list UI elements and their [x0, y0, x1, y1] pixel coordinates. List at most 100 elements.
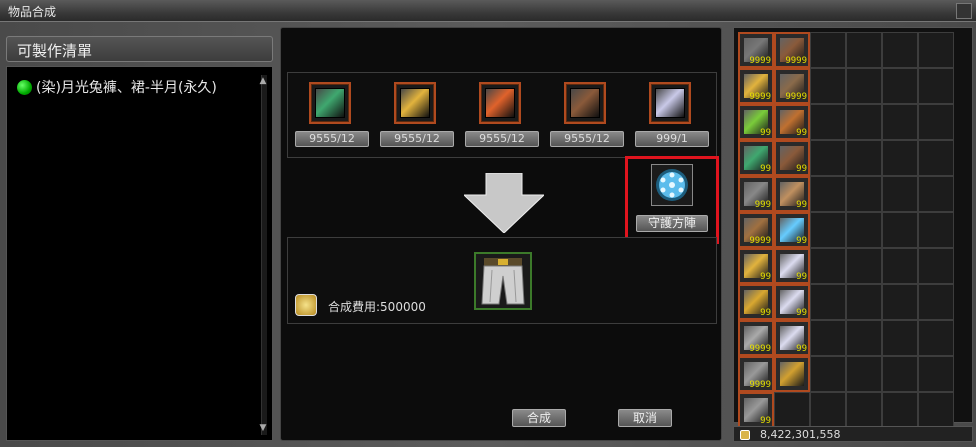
inventory-slot[interactable]: 99	[738, 248, 774, 284]
inventory-slot-empty[interactable]	[882, 140, 918, 176]
craft-list: (染)月光兔褲、裙-半月(永久) ▲ ▼	[6, 66, 273, 441]
inventory-slot[interactable]: 99	[774, 320, 810, 356]
guard-stone-slot[interactable]	[651, 164, 693, 206]
inventory-slot-empty[interactable]	[846, 176, 882, 212]
item-count: 99	[760, 164, 771, 174]
status-dot-icon	[17, 79, 32, 95]
inventory-slot[interactable]: 9999	[738, 320, 774, 356]
inventory-slot-empty[interactable]	[882, 104, 918, 140]
inventory-slot-empty[interactable]	[846, 212, 882, 248]
inventory-slot[interactable]: 99	[774, 104, 810, 140]
inventory-slot[interactable]: 99	[738, 392, 774, 428]
list-scrollbar[interactable]	[261, 75, 267, 435]
inventory-slot[interactable]: 99	[774, 140, 810, 176]
close-button[interactable]	[956, 3, 972, 19]
fire-powder-icon	[485, 88, 515, 118]
inventory-slot-empty[interactable]	[846, 392, 882, 428]
inventory-slot-empty[interactable]	[774, 392, 810, 428]
inventory-slot-empty[interactable]	[882, 356, 918, 392]
inventory-slot-empty[interactable]	[846, 320, 882, 356]
inventory-slot[interactable]: 99	[774, 248, 810, 284]
craft-list-item[interactable]: (染)月光兔褲、裙-半月(永久)	[17, 77, 217, 97]
item-count: 99	[760, 308, 771, 318]
item-count: 9999	[749, 344, 771, 354]
material-slot[interactable]	[564, 82, 606, 124]
inventory-slot[interactable]: 99	[774, 212, 810, 248]
inventory-slot-empty[interactable]	[810, 212, 846, 248]
inventory-slot-empty[interactable]	[882, 32, 918, 68]
result-item-slot[interactable]	[474, 252, 532, 310]
pants-icon	[481, 258, 525, 305]
inventory-slot-empty[interactable]	[882, 248, 918, 284]
inventory-slot-empty[interactable]	[918, 320, 954, 356]
inventory-slot[interactable]: 99	[774, 284, 810, 320]
inventory-slot[interactable]: 99	[738, 104, 774, 140]
inventory-slot-empty[interactable]	[810, 392, 846, 428]
inventory-slot-empty[interactable]	[810, 176, 846, 212]
inventory-slot-empty[interactable]	[918, 392, 954, 428]
material-slot[interactable]	[479, 82, 521, 124]
inventory-slot-empty[interactable]	[882, 320, 918, 356]
item-count: 99	[796, 236, 807, 246]
inventory-slot-empty[interactable]	[918, 248, 954, 284]
inventory-slot-empty[interactable]	[882, 284, 918, 320]
inventory-slot-empty[interactable]	[846, 104, 882, 140]
inventory-slot-empty[interactable]	[882, 392, 918, 428]
blue-snowflake-orb-icon	[656, 169, 688, 201]
inventory-slot[interactable]: 9999	[774, 68, 810, 104]
item-count: 99	[796, 344, 807, 354]
guard-stone-button[interactable]: 守護方陣	[636, 215, 708, 232]
inventory-slot[interactable]: 99	[738, 284, 774, 320]
inventory-slot-empty[interactable]	[918, 284, 954, 320]
inventory-slot-empty[interactable]	[918, 68, 954, 104]
inventory-slot[interactable]: 9999	[738, 68, 774, 104]
coin-icon	[295, 294, 317, 316]
combine-button[interactable]: 合成	[512, 409, 566, 427]
scroll-down-icon[interactable]: ▼	[257, 422, 269, 434]
inventory-slot-empty[interactable]	[810, 356, 846, 392]
inventory-slot[interactable]: 9999	[774, 32, 810, 68]
inventory-slot-empty[interactable]	[918, 104, 954, 140]
inventory-slot-empty[interactable]	[810, 284, 846, 320]
inventory-slot-empty[interactable]	[846, 32, 882, 68]
inventory-slot-empty[interactable]	[846, 68, 882, 104]
wood-plank-icon	[570, 88, 600, 118]
c-ticket-icon	[655, 88, 685, 118]
inventory-slot-empty[interactable]	[810, 140, 846, 176]
inventory-slot[interactable]	[774, 356, 810, 392]
item-count: 9999	[749, 56, 771, 66]
inventory-slot-empty[interactable]	[810, 68, 846, 104]
material-slot[interactable]	[394, 82, 436, 124]
inventory-slot-empty[interactable]	[810, 32, 846, 68]
inventory-slot-empty[interactable]	[810, 104, 846, 140]
inventory-slot[interactable]: 999	[738, 176, 774, 212]
inventory-slot-empty[interactable]	[882, 68, 918, 104]
inventory-slot-empty[interactable]	[882, 176, 918, 212]
item-count: 99	[760, 128, 771, 138]
inventory-slot[interactable]: 99	[774, 176, 810, 212]
inventory-slot[interactable]: 99	[738, 140, 774, 176]
inventory-slot-empty[interactable]	[810, 320, 846, 356]
inventory-slot-empty[interactable]	[918, 176, 954, 212]
inventory-slot-empty[interactable]	[846, 248, 882, 284]
scroll-up-icon[interactable]: ▲	[257, 75, 269, 87]
inventory-slot[interactable]: 9999	[738, 32, 774, 68]
gold-ore-icon	[400, 88, 430, 118]
item-count: 99	[760, 272, 771, 282]
inventory-slot-empty[interactable]	[918, 356, 954, 392]
material-slot[interactable]	[649, 82, 691, 124]
inventory-slot-empty[interactable]	[882, 212, 918, 248]
inventory-slot-empty[interactable]	[918, 32, 954, 68]
cancel-button[interactable]: 取消	[618, 409, 672, 427]
inventory-slot-empty[interactable]	[846, 284, 882, 320]
inventory-slot-empty[interactable]	[810, 248, 846, 284]
inventory-slot-empty[interactable]	[918, 212, 954, 248]
inventory-slot-empty[interactable]	[918, 140, 954, 176]
inventory-slot-empty[interactable]	[846, 356, 882, 392]
inventory-slot[interactable]: 9999	[738, 212, 774, 248]
inventory-slot-empty[interactable]	[846, 140, 882, 176]
inventory-slot[interactable]: 9999	[738, 356, 774, 392]
item-count: 9999	[749, 92, 771, 102]
crafting-window: 可製作清單 (染)月光兔褲、裙-半月(永久) ▲ ▼ 9555/12 9555/1…	[0, 22, 976, 447]
material-slot[interactable]	[309, 82, 351, 124]
